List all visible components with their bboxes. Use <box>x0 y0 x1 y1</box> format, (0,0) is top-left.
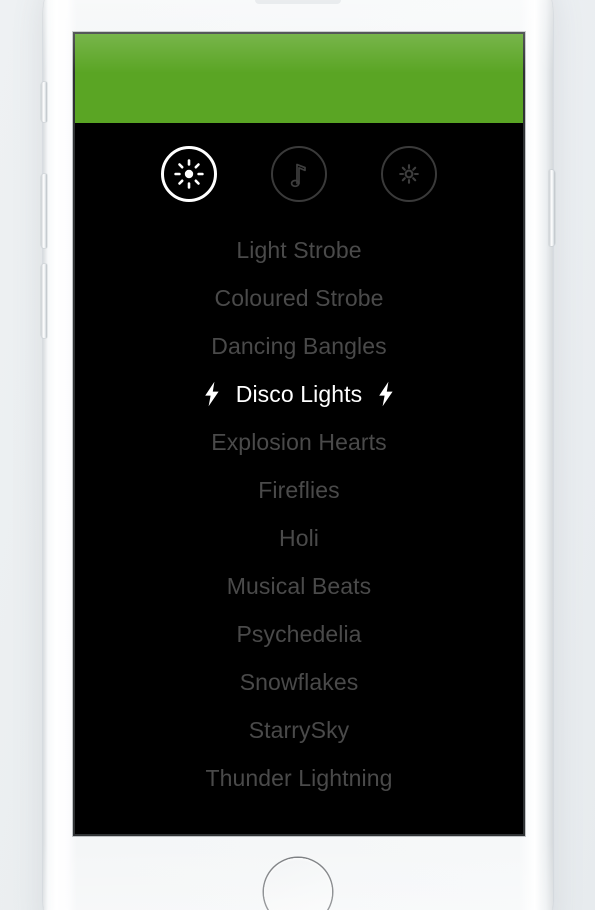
tab-music[interactable] <box>271 146 327 202</box>
list-item-selected[interactable]: Disco Lights <box>75 370 523 418</box>
list-item-label: Musical Beats <box>226 572 372 599</box>
list-item[interactable]: Fireflies <box>75 466 523 514</box>
list-item[interactable]: Psychedelia <box>75 610 523 658</box>
list-item[interactable]: Musical Beats <box>75 562 523 610</box>
earpiece-speaker <box>255 0 341 4</box>
tab-settings[interactable] <box>381 146 437 202</box>
list-item[interactable]: StarrySky <box>75 706 523 754</box>
list-item-label: Disco Lights <box>235 380 363 407</box>
list-item-label: Thunder Lightning <box>205 764 393 791</box>
list-item[interactable]: Light Strobe <box>75 226 523 274</box>
phone-device-frame: Light Strobe Coloured Strobe Dancing Ban… <box>41 0 555 910</box>
home-button[interactable] <box>264 858 332 910</box>
volume-down-button[interactable] <box>41 264 47 338</box>
gear-icon <box>398 163 420 185</box>
list-item-label: Snowflakes <box>239 668 359 695</box>
list-item[interactable]: Explosion Hearts <box>75 418 523 466</box>
list-item-label: Fireflies <box>258 476 340 503</box>
lightning-bolt-icon <box>376 381 396 407</box>
list-item[interactable]: Coloured Strobe <box>75 274 523 322</box>
volume-up-button[interactable] <box>41 174 47 248</box>
lightning-bolt-icon <box>202 381 222 407</box>
list-item-label: Light Strobe <box>236 236 362 263</box>
list-item-label: Dancing Bangles <box>211 332 387 359</box>
screenshot-scene: Light Strobe Coloured Strobe Dancing Ban… <box>0 0 595 910</box>
list-item[interactable]: Dancing Bangles <box>75 322 523 370</box>
list-item-label: Coloured Strobe <box>214 284 384 311</box>
green-banner <box>75 34 523 123</box>
list-item-label: Psychedelia <box>236 620 362 647</box>
list-item-label: StarrySky <box>248 716 350 743</box>
effects-list: Light Strobe Coloured Strobe Dancing Ban… <box>75 226 523 802</box>
list-item[interactable]: Holi <box>75 514 523 562</box>
app-screen: Light Strobe Coloured Strobe Dancing Ban… <box>75 34 523 834</box>
list-item-label: Explosion Hearts <box>211 428 387 455</box>
mode-tab-bar <box>75 146 523 202</box>
list-item[interactable]: Thunder Lightning <box>75 754 523 802</box>
tab-lights[interactable] <box>161 146 217 202</box>
list-item[interactable]: Snowflakes <box>75 658 523 706</box>
power-button[interactable] <box>549 170 555 246</box>
music-note-icon <box>287 160 311 188</box>
list-item-label: Holi <box>278 524 320 551</box>
brightness-sun-icon <box>174 159 204 189</box>
screen-bezel: Light Strobe Coloured Strobe Dancing Ban… <box>73 32 525 836</box>
silent-switch[interactable] <box>41 82 47 122</box>
